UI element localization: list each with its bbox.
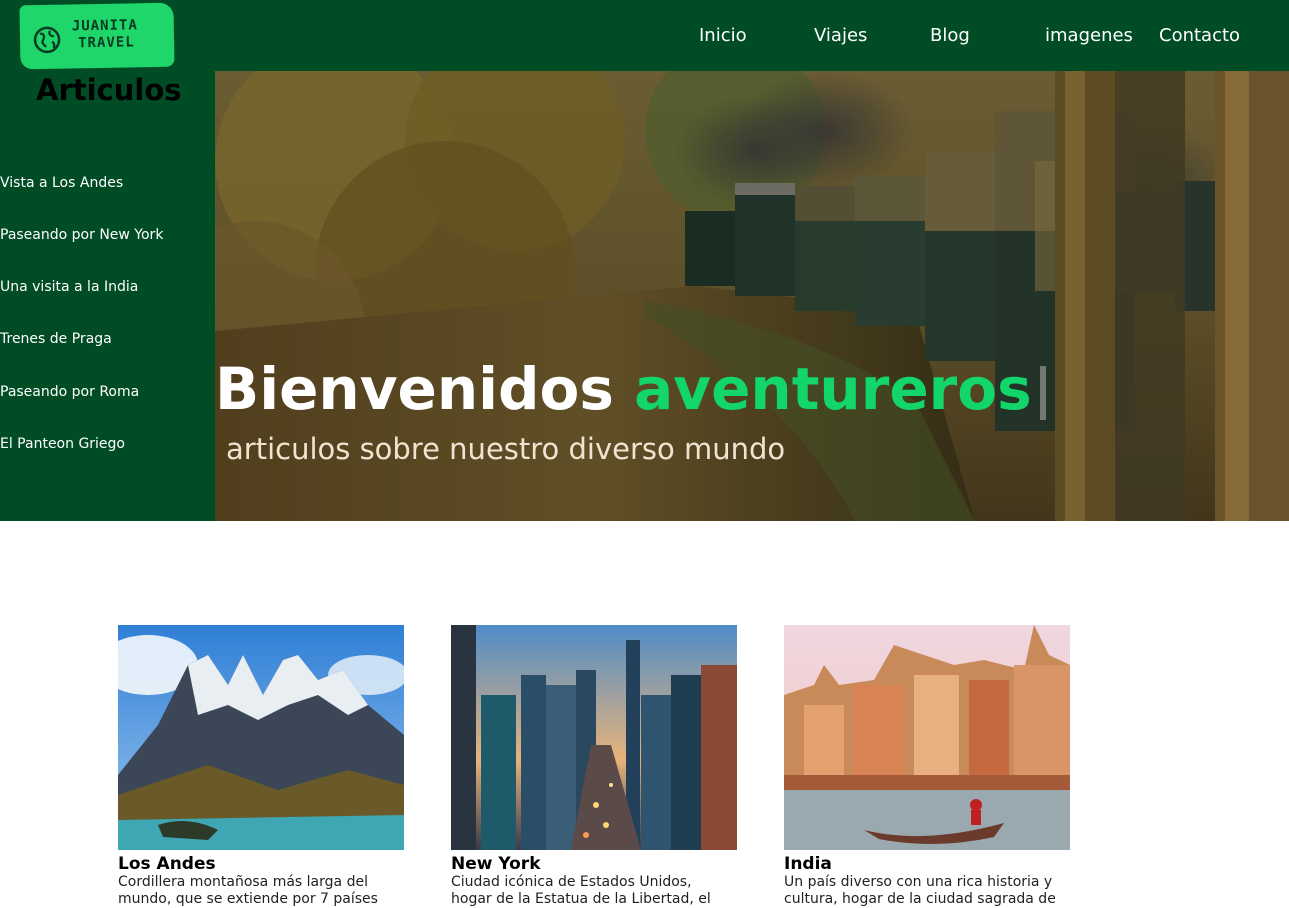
brand-logo[interactable]: JUANITA TRAVEL: [19, 2, 175, 70]
sidebar-item-new-york[interactable]: Paseando por New York: [0, 227, 163, 243]
andes-image: [118, 625, 404, 850]
card-desc-line-2: cultura, hogar de la ciudad sagrada de: [784, 891, 1056, 907]
sidebar-title: Articulos: [36, 73, 182, 107]
article-card-india[interactable]: India Un país diverso con una rica histo…: [784, 625, 1070, 908]
article-card-andes[interactable]: Los Andes Cordillera montañosa más larga…: [118, 625, 404, 908]
top-navbar: JUANITA TRAVEL Inicio Viajes Blog imagen…: [0, 0, 1289, 71]
card-title: India: [784, 854, 832, 874]
article-card-new-york[interactable]: New York Ciudad icónica de Estados Unido…: [451, 625, 737, 908]
card-title: New York: [451, 854, 541, 874]
hero-banner: Bienvenidos aventureros articulos sobre …: [215, 71, 1289, 521]
nav-blog[interactable]: Blog: [930, 25, 970, 46]
hero-title: Bienvenidos aventureros: [215, 355, 1046, 423]
nav-imagenes[interactable]: imagenes: [1045, 25, 1133, 46]
card-desc-line-2: hogar de la Estatua de la Libertad, el: [451, 891, 711, 907]
nav-viajes[interactable]: Viajes: [814, 25, 867, 46]
card-description: Un país diverso con una rica historia y …: [784, 874, 1070, 908]
sidebar-item-india[interactable]: Una visita a la India: [0, 279, 138, 295]
card-desc-line-1: Ciudad icónica de Estados Unidos,: [451, 874, 692, 890]
hero-subtitle: articulos sobre nuestro diverso mundo: [226, 432, 786, 466]
card-title: Los Andes: [118, 854, 216, 874]
card-description: Cordillera montañosa más larga del mundo…: [118, 874, 404, 908]
globe-icon: [33, 26, 61, 54]
sidebar-item-praga[interactable]: Trenes de Praga: [0, 331, 112, 347]
sidebar-item-roma[interactable]: Paseando por Roma: [0, 384, 139, 400]
new-york-image: [451, 625, 737, 850]
logo-line-2: TRAVEL: [77, 34, 135, 52]
card-description: Ciudad icónica de Estados Unidos, hogar …: [451, 874, 737, 908]
articles-sidebar: Articulos Vista a Los Andes Paseando por…: [0, 71, 215, 521]
logo-text: JUANITA TRAVEL: [72, 17, 139, 52]
sidebar-item-los-andes[interactable]: Vista a Los Andes: [0, 175, 123, 191]
hero-title-main: Bienvenidos: [215, 355, 614, 423]
card-desc-line-1: Cordillera montañosa más larga del: [118, 874, 368, 890]
card-desc-line-1: Un país diverso con una rica historia y: [784, 874, 1053, 890]
india-image: [784, 625, 1070, 850]
nav-contacto[interactable]: Contacto: [1159, 25, 1240, 46]
hero-title-accent: aventureros: [634, 355, 1032, 423]
typing-cursor: [1039, 365, 1046, 420]
logo-line-1: JUANITA: [71, 17, 138, 35]
nav-inicio[interactable]: Inicio: [699, 25, 747, 46]
sidebar-item-panteon[interactable]: El Panteon Griego: [0, 436, 125, 452]
card-desc-line-2: mundo, que se extiende por 7 países: [118, 891, 378, 907]
